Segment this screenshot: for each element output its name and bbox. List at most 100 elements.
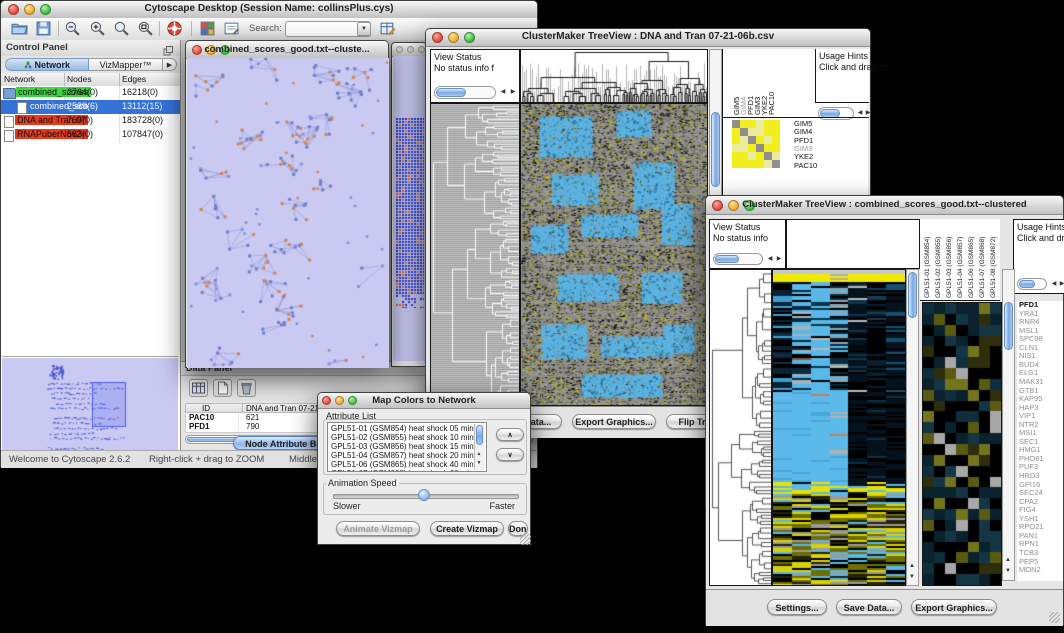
scroll-up-icon[interactable]: ▲ <box>907 562 917 571</box>
table-row[interactable]: combined_sco2569(6)13112(15) <box>1 100 180 114</box>
attribute-list-item[interactable]: GPL51-02 (GSM855) heat shock 10 min <box>331 433 474 442</box>
attribute-list-item[interactable]: GPL51-03 (GSM856) heat shock 15 min <box>331 442 474 451</box>
matrix-cell[interactable] <box>732 152 740 160</box>
tv2-gene-label[interactable]: MON2 <box>1019 566 1041 575</box>
tv2-gene-vscrollbar-thumb[interactable] <box>1004 302 1013 350</box>
create-vizmap-button[interactable]: Create Vizmap <box>430 521 504 536</box>
new-attribute-icon[interactable] <box>213 379 232 397</box>
matrix-cell[interactable] <box>764 128 772 136</box>
animate-vizmap-button[interactable]: Animate Vizmap <box>336 521 420 536</box>
network-canvas[interactable] <box>187 58 389 368</box>
matrix-cell[interactable] <box>772 144 780 152</box>
list-vscrollbar-thumb[interactable] <box>476 425 483 445</box>
tv1-selected-submatrix[interactable] <box>732 120 780 168</box>
tv2-column-label[interactable]: GPL51-08 (GSM872) <box>990 237 997 298</box>
zoom-button[interactable] <box>418 46 425 53</box>
tv1-vscrollbar-thumb[interactable] <box>711 112 720 187</box>
network-view-titlebar[interactable]: combined_scores_good.txt--cluste... <box>186 41 388 59</box>
tv2-heat-vscrollbar-thumb[interactable] <box>908 272 917 318</box>
table-row[interactable]: RNAPuberNov2+563(0)107847(0) <box>1 128 180 142</box>
matrix-cell[interactable] <box>772 160 780 168</box>
tv2-status-hscrollbar-thumb[interactable] <box>715 255 739 263</box>
move-down-button[interactable]: ∨ <box>496 448 524 461</box>
matrix-cell[interactable] <box>764 120 772 128</box>
matrix-cell[interactable] <box>740 160 748 168</box>
tv1-column-label[interactable]: PAC10 <box>767 92 776 115</box>
matrix-cell[interactable] <box>756 136 764 144</box>
tab-network[interactable]: Network <box>5 58 89 71</box>
matrix-cell[interactable] <box>748 136 756 144</box>
matrix-cell[interactable] <box>772 120 780 128</box>
tv1-heatmap-canvas[interactable] <box>521 104 707 405</box>
matrix-cell[interactable] <box>764 152 772 160</box>
scroll-down-icon[interactable]: ▼ <box>474 459 484 468</box>
resize-grip[interactable] <box>520 534 531 545</box>
matrix-cell[interactable] <box>740 120 748 128</box>
zoom-out-icon[interactable] <box>64 20 81 42</box>
tv2-usage-hscrollbar-thumb[interactable] <box>1019 280 1035 288</box>
attribute-list[interactable]: ▲ ▼ GPL51-01 (GSM854) heat shock 05 minG… <box>327 422 487 472</box>
matrix-cell[interactable] <box>756 144 764 152</box>
tv2-column-label[interactable]: GPL51-04 (GSM857) <box>957 237 964 298</box>
tv1-usage-hscrollbar[interactable] <box>818 107 854 120</box>
attribute-list-item[interactable]: GPL51-06 (GSM865) heat shock 40 min <box>331 460 474 469</box>
tv2-column-label[interactable]: GPL51-02 (GSM855) <box>935 237 942 298</box>
delete-attribute-icon[interactable] <box>237 379 256 397</box>
attribute-editor-icon[interactable] <box>379 20 396 42</box>
matrix-cell[interactable] <box>748 152 756 160</box>
matrix-cell[interactable] <box>732 144 740 152</box>
dialog-titlebar[interactable]: Map Colors to Network <box>318 393 530 409</box>
attribute-list-item[interactable]: GPL51-01 (GSM854) heat shock 05 min <box>331 424 474 433</box>
vizmapper-icon[interactable] <box>199 20 216 42</box>
tv2-column-label[interactable]: GPL51-01 (GSM854) <box>924 237 931 298</box>
main-titlebar[interactable]: Cytoscape Desktop (Session Name: collins… <box>1 1 537 19</box>
matrix-cell[interactable] <box>748 128 756 136</box>
matrix-cell[interactable] <box>764 136 772 144</box>
tv2-zoom-heatmap-canvas[interactable] <box>923 303 1001 585</box>
grid-network-view[interactable] <box>393 56 425 361</box>
close-button[interactable] <box>396 46 403 53</box>
matrix-cell[interactable] <box>748 144 756 152</box>
tv2-row-dendrogram-canvas[interactable] <box>710 270 771 585</box>
help-lifering-icon[interactable] <box>166 20 183 42</box>
matrix-cell[interactable] <box>772 128 780 136</box>
minimize-button[interactable] <box>407 46 414 53</box>
matrix-cell[interactable] <box>772 152 780 160</box>
table-row[interactable]: combined_scores2764(0)16218(0) <box>1 86 180 100</box>
resize-grip[interactable] <box>1049 612 1060 623</box>
network-overview-canvas[interactable] <box>2 358 178 450</box>
matrix-cell[interactable] <box>732 128 740 136</box>
scroll-right-icon[interactable]: ▶ <box>774 255 784 264</box>
scroll-down-icon[interactable]: ▼ <box>907 573 917 582</box>
scroll-left-icon[interactable]: ◀ <box>498 88 508 97</box>
zoom-in-icon[interactable] <box>89 20 106 42</box>
search-dropdown-arrow[interactable]: ▼ <box>357 22 371 36</box>
zoom-fit-icon[interactable] <box>113 20 130 42</box>
matrix-cell[interactable] <box>756 128 764 136</box>
matrix-cell[interactable] <box>764 144 772 152</box>
matrix-cell[interactable] <box>748 120 756 128</box>
list-vscrollbar[interactable]: ▲ ▼ <box>474 424 485 470</box>
matrix-cell[interactable] <box>732 120 740 128</box>
matrix-cell[interactable] <box>756 160 764 168</box>
treeview1-titlebar[interactable]: ClusterMaker TreeView : DNA and Tran 07-… <box>426 29 870 47</box>
tv1-row-dendrogram-canvas[interactable] <box>431 104 519 405</box>
attribute-select-icon[interactable] <box>189 379 208 397</box>
save-icon[interactable] <box>35 20 52 42</box>
scroll-right-icon[interactable]: ▶ <box>1057 280 1064 289</box>
treeview2-titlebar[interactable]: ClusterMaker TreeView : combined_scores_… <box>706 196 1063 215</box>
tab-overflow-button[interactable]: ▶ <box>163 58 177 71</box>
tv2-column-label[interactable]: GPL51-06 (GSM865) <box>968 237 975 298</box>
tv2-usage-hscrollbar[interactable] <box>1017 278 1047 290</box>
grid-network-canvas[interactable] <box>396 118 424 308</box>
tv1-row-label[interactable]: PAC10 <box>794 162 817 170</box>
matrix-cell[interactable] <box>764 160 772 168</box>
matrix-cell[interactable] <box>740 152 748 160</box>
matrix-cell[interactable] <box>756 152 764 160</box>
matrix-cell[interactable] <box>732 160 740 168</box>
export-graphics-button[interactable]: Export Graphics... <box>911 599 997 615</box>
tv2-heat-vscrollbar[interactable]: ▲ ▼ <box>906 269 919 586</box>
matrix-cell[interactable] <box>732 136 740 144</box>
tv1-status-hscrollbar-thumb[interactable] <box>436 88 466 97</box>
tab-vizmapper[interactable]: VizMapper™ <box>89 58 163 71</box>
